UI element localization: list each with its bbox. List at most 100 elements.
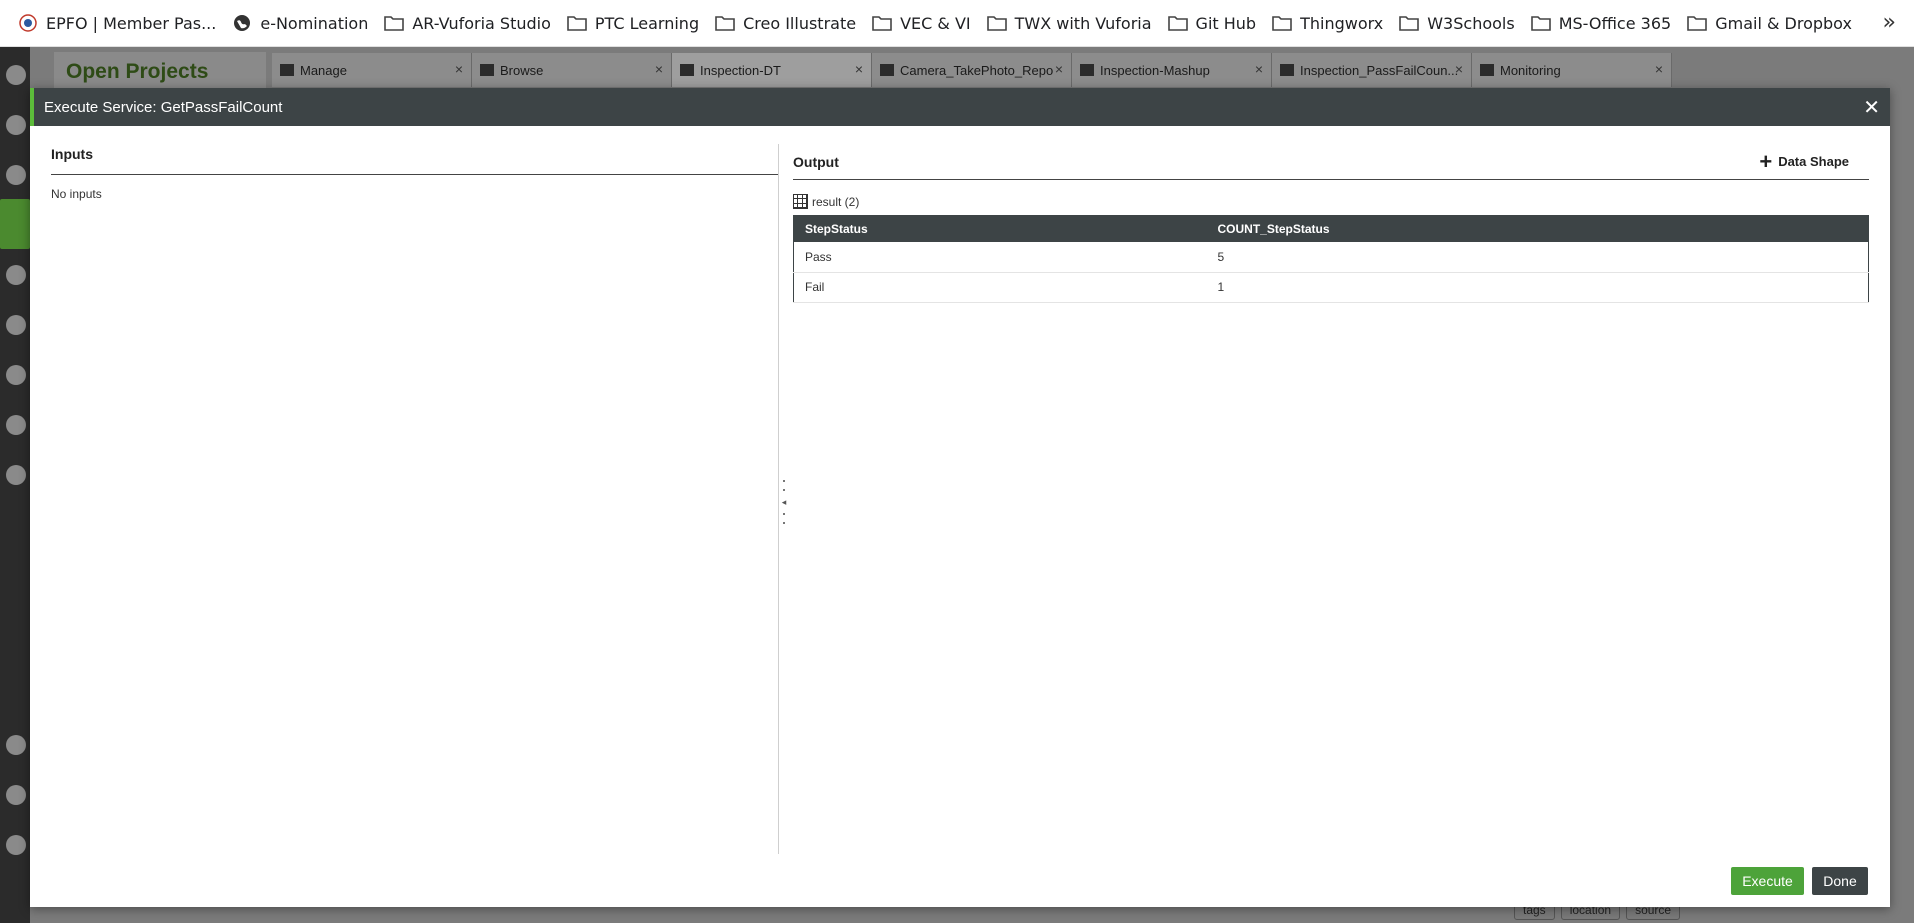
folder-icon [1530, 13, 1551, 33]
folder-icon [567, 13, 587, 33]
tab-monitoring: Monitoring × [1472, 53, 1672, 87]
output-title: Output [793, 153, 839, 170]
help-icon [6, 735, 26, 755]
bookmark-e-nomination[interactable]: e-Nomination [228, 7, 380, 39]
close-icon: × [1454, 61, 1463, 77]
analytics-icon [6, 465, 26, 485]
admin-icon [6, 785, 26, 805]
mashup-icon [1080, 64, 1094, 76]
table-cell: 1 [1206, 272, 1869, 303]
bookmark-folder-ms-office[interactable]: MS-Office 365 [1527, 7, 1684, 39]
splitter-handle[interactable]: ◂ [781, 480, 787, 524]
monitor-icon [1480, 64, 1494, 76]
folder-icon [715, 13, 735, 33]
table-cell: Pass [793, 242, 1207, 273]
column-header-count-stepstatus[interactable]: COUNT_StepStatus [1206, 215, 1869, 242]
execute-service-dialog: Execute Service: GetPassFailCount ✕ Inpu… [30, 88, 1890, 907]
tab-label: Inspection-Mashup [1100, 62, 1210, 78]
bookmark-label: Thingworx [1300, 13, 1384, 33]
done-button[interactable]: Done [1812, 867, 1868, 895]
dialog-header: Execute Service: GetPassFailCount ✕ [30, 88, 1890, 126]
result-label: result (2) [793, 194, 1869, 209]
inputs-pane: Inputs No inputs [51, 146, 778, 201]
tab-label: Camera_TakePhoto_Repo [900, 62, 1054, 78]
bookmark-folder-twx-vuforia[interactable]: TWX with Vuforia [983, 7, 1164, 39]
bookmark-label: Creo Illustrate [743, 13, 857, 33]
tab-browse: Browse × [472, 53, 672, 87]
bookmark-label: Gmail & Dropbox [1715, 13, 1852, 33]
close-icon[interactable]: ✕ [1863, 95, 1880, 119]
result-table: StepStatus COUNT_StepStatus Pass 5 Fail … [793, 215, 1869, 303]
bookmark-folder-ar-vuforia[interactable]: AR-Vuforia Studio [380, 7, 563, 39]
data-shape-label: Data Shape [1778, 154, 1849, 169]
tab-inspection-dt: Inspection-DT × [672, 53, 872, 87]
globe-icon [232, 13, 252, 33]
bookmark-folder-creo-illustrate[interactable]: Creo Illustrate [711, 7, 868, 39]
epfo-logo-icon [18, 13, 38, 33]
close-icon: × [1054, 61, 1063, 77]
gear-icon [6, 415, 26, 435]
bookmark-folder-gmail-dropbox[interactable]: Gmail & Dropbox [1683, 7, 1864, 39]
close-icon: × [1654, 61, 1663, 77]
table-row[interactable]: Fail 1 [793, 272, 1869, 303]
output-header: Output + Data Shape [793, 144, 1869, 180]
table-cell: Fail [793, 272, 1207, 303]
data-shape-button[interactable]: + Data Shape [1759, 150, 1869, 172]
inputs-title: Inputs [51, 146, 778, 175]
bookmark-label: e-Nomination [260, 13, 369, 33]
modeling-icon [0, 199, 30, 249]
table-row[interactable]: Pass 5 [793, 242, 1869, 273]
open-projects-title: Open Projects [54, 52, 266, 88]
execute-button[interactable]: Execute [1731, 867, 1804, 895]
camera-icon [880, 64, 894, 76]
gear-icon [280, 64, 294, 76]
bookmark-folder-ptc-learning[interactable]: PTC Learning [563, 7, 711, 39]
table-icon [1280, 64, 1294, 76]
tab-label: Manage [300, 62, 347, 78]
result-count-label: result (2) [812, 194, 860, 209]
tab-label: Browse [500, 62, 544, 78]
bookmarks-overflow-icon[interactable]: » [1883, 10, 1896, 35]
tab-camera-takephoto: Camera_TakePhoto_Repo × [872, 53, 1072, 87]
close-icon: × [454, 61, 463, 77]
add-icon [6, 115, 26, 135]
tab-inspection-mashup: Inspection-Mashup × [1072, 53, 1272, 87]
bookmark-label: W3Schools [1427, 13, 1515, 33]
bookmark-label: MS-Office 365 [1558, 13, 1672, 33]
bookmark-folder-git-hub[interactable]: Git Hub [1164, 7, 1269, 39]
editor-tabstrip: Manage × Browse × Inspection-DT × Camera_Ta… [272, 53, 1672, 87]
tab-manage: Manage × [272, 53, 472, 87]
table-icon [793, 194, 808, 209]
bookmark-folder-w3schools[interactable]: W3Schools [1395, 7, 1526, 39]
bookmark-epfo[interactable]: EPFO | Member Pas... [14, 7, 228, 39]
left-nav-rail [0, 47, 30, 923]
bookmark-label: EPFO | Member Pas... [46, 13, 217, 33]
folder-icon [1687, 13, 1708, 33]
monitor-icon [6, 365, 26, 385]
users-icon [6, 265, 26, 285]
lock-icon [6, 315, 26, 335]
close-icon: × [854, 61, 863, 77]
close-icon: × [1254, 61, 1263, 77]
bookmark-label: Git Hub [1195, 13, 1257, 33]
bookmark-label: AR-Vuforia Studio [412, 13, 551, 33]
bookmark-label: TWX with Vuforia [1014, 13, 1152, 33]
collapse-left-icon[interactable]: ◂ [782, 497, 787, 507]
folder-icon [986, 13, 1007, 33]
bookmark-folder-thingworx[interactable]: Thingworx [1268, 7, 1395, 39]
bookmark-folder-vec-vi[interactable]: VEC & VI [868, 7, 983, 39]
no-inputs-text: No inputs [51, 187, 102, 201]
folder-icon [1272, 13, 1292, 33]
table-icon [680, 64, 694, 76]
folder-icon [1399, 13, 1420, 33]
folder-icon [480, 64, 494, 76]
pane-divider[interactable] [778, 144, 779, 854]
search-icon [6, 65, 26, 85]
folder-icon [384, 13, 405, 33]
table-header-row: StepStatus COUNT_StepStatus [793, 215, 1869, 242]
table-cell: 5 [1206, 242, 1869, 273]
folder-icon [6, 165, 26, 185]
bookmark-label: VEC & VI [900, 13, 971, 33]
column-header-stepstatus[interactable]: StepStatus [793, 215, 1207, 242]
close-icon: × [654, 61, 663, 77]
